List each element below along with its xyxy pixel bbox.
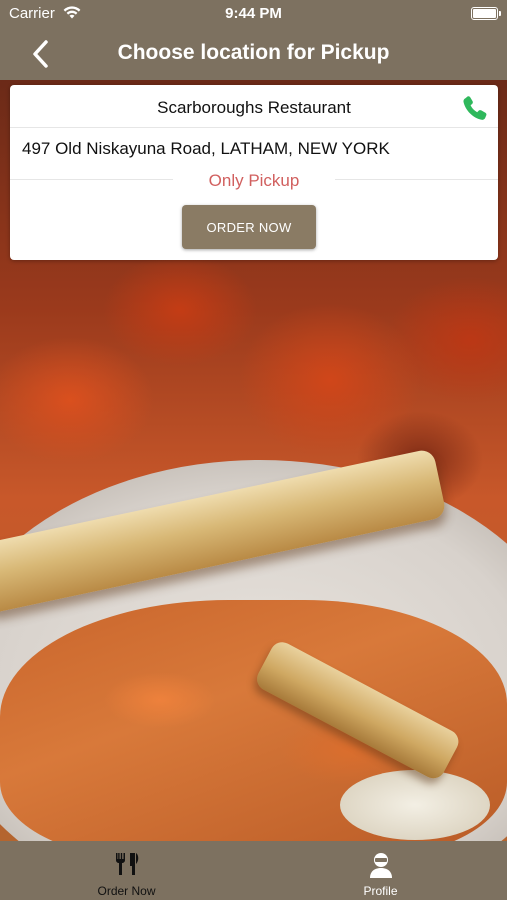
user-icon bbox=[367, 851, 395, 878]
battery-icon bbox=[471, 7, 501, 20]
tab-order-now[interactable]: Order Now bbox=[0, 841, 253, 900]
restaurant-address: 497 Old Niskayuna Road, LATHAM, NEW YORK bbox=[22, 139, 390, 158]
rice bbox=[340, 770, 490, 840]
fork-knife-icon bbox=[113, 851, 141, 877]
phone-icon[interactable] bbox=[460, 93, 490, 123]
nav-bar: Choose location for Pickup bbox=[0, 28, 507, 80]
status-bar: Carrier 9:44 PM bbox=[0, 0, 507, 28]
location-card: Scarboroughs Restaurant 497 Old Niskayun… bbox=[10, 85, 498, 260]
order-now-button[interactable]: ORDER NOW bbox=[182, 205, 316, 249]
restaurant-name: Scarboroughs Restaurant bbox=[157, 98, 351, 117]
status-time: 9:44 PM bbox=[225, 5, 282, 22]
tab-label: Profile bbox=[363, 884, 398, 898]
divider bbox=[10, 127, 498, 128]
tab-label: Order Now bbox=[97, 884, 156, 898]
tab-profile[interactable]: Profile bbox=[254, 841, 507, 900]
page-title: Choose location for Pickup bbox=[117, 41, 390, 64]
tab-bar: Order Now Profile bbox=[0, 841, 507, 900]
pickup-only-label: Only Pickup bbox=[173, 171, 335, 191]
